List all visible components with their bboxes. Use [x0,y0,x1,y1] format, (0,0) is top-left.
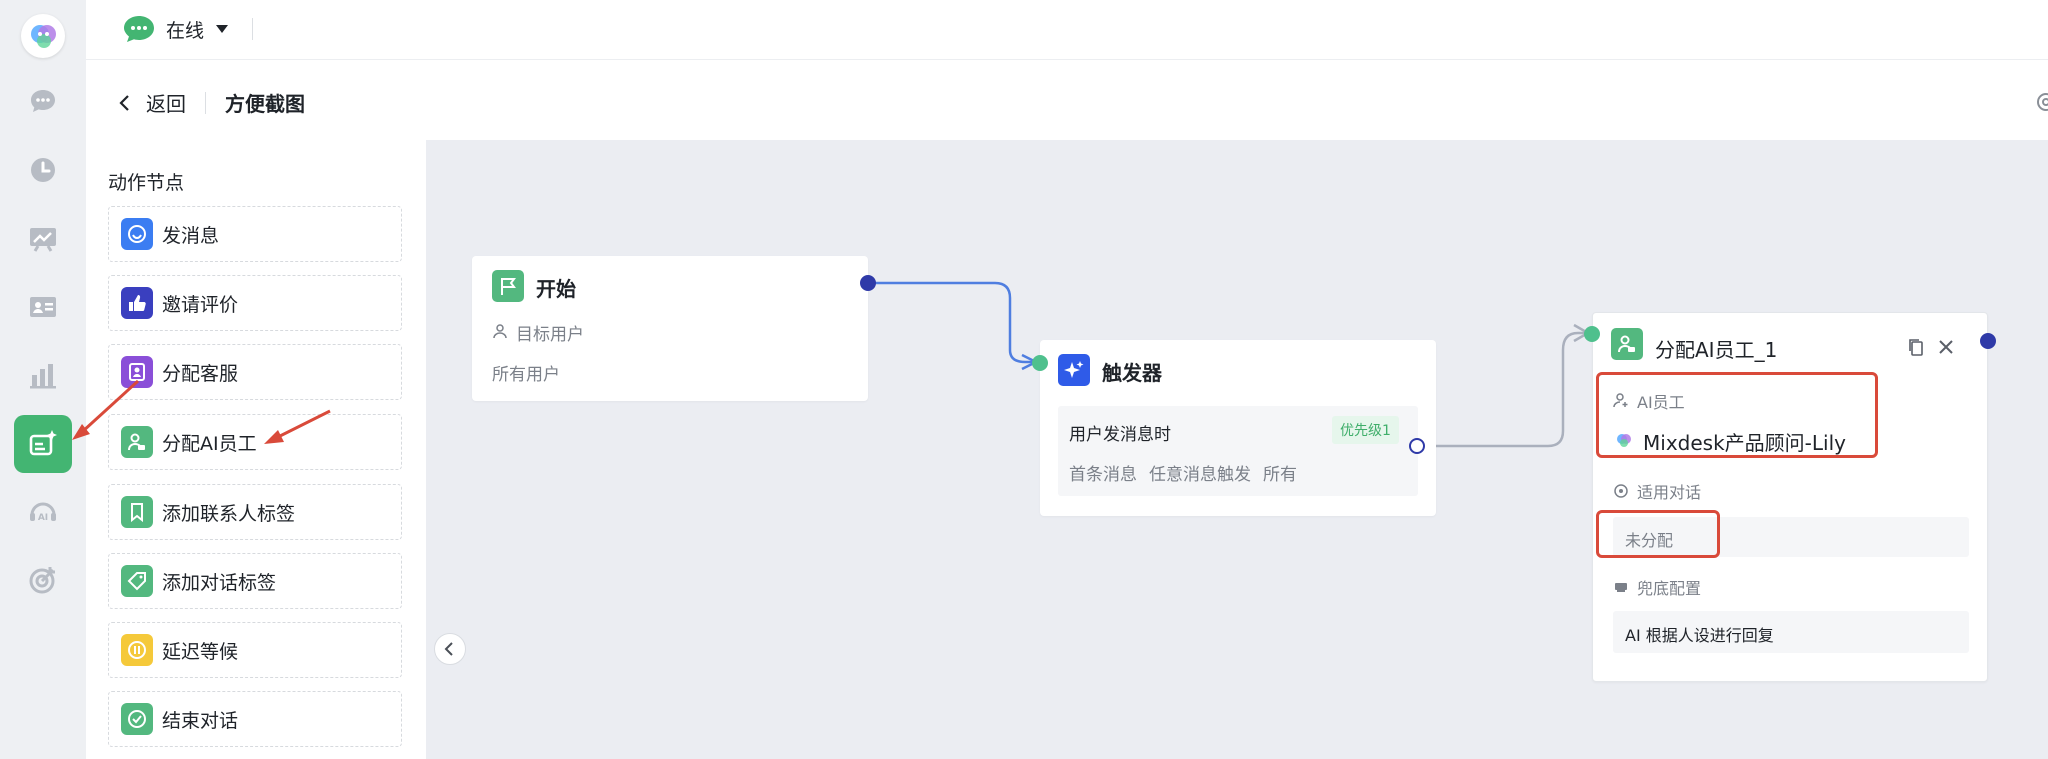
chevron-left-icon [119,94,129,111]
gear-icon[interactable] [2032,90,2048,114]
trigger-event: 用户发消息时 [1069,425,1171,445]
field-label: 兜底配置 [1637,579,1702,598]
conversation-icon [1614,484,1628,498]
action-delay-wait[interactable]: 延迟等候 [108,622,402,678]
output-port[interactable] [1980,333,1996,349]
node-title: 开始 [536,277,576,301]
divider [252,18,254,40]
rail-stats-icon[interactable] [14,346,72,404]
input-port[interactable] [1584,326,1600,342]
tag-icon [121,565,153,597]
page-header: 返回 方便截图 [86,62,2048,140]
back-label: 返回 [146,92,186,116]
rail-history-icon[interactable] [14,141,72,199]
action-add-conversation-tag[interactable]: 添加对话标签 [108,553,402,609]
rail-target-icon[interactable] [14,551,72,609]
check-circle-icon [121,703,153,735]
priority-badge: 优先级1 [1332,416,1399,444]
trigger-tag: 首条消息 [1069,465,1137,485]
fallback-value: AI 根据人设进行回复 [1625,626,1774,645]
ai-agent-icon [121,426,153,458]
bookmark-icon [121,496,153,528]
status-label: 在线 [166,19,205,42]
action-label: 分配客服 [162,362,239,385]
rail-ai-icon[interactable]: AI [14,483,72,541]
action-end-conversation[interactable]: 结束对话 [108,691,402,747]
action-nodes-panel: 动作节点 发消息 邀请评价 分配客服 分配AI员工 添加联系人标签 添加对话标签… [86,140,426,759]
fallback-field[interactable]: AI 根据人设进行回复 [1613,611,1969,653]
rail-contacts-icon[interactable] [14,278,72,336]
rail-chat-icon[interactable] [14,73,72,131]
fallback-icon [1615,583,1627,592]
page-title: 方便截图 [225,92,305,116]
left-rail: AI [0,0,86,759]
chevron-left-icon [444,642,453,656]
start-node[interactable]: 开始 目标用户 所有用户 [472,256,868,401]
action-label: 结束对话 [162,709,239,732]
user-icon [493,324,507,339]
action-label: 添加对话标签 [162,571,277,594]
action-assign-ai-agent[interactable]: 分配AI员工 [108,414,402,470]
ai-agent-icon [1611,328,1643,360]
back-button[interactable]: 返回 [116,88,186,117]
field-label: 适用对话 [1637,483,1702,502]
action-invite-rating[interactable]: 邀请评价 [108,275,402,331]
trigger-tag: 所有 [1263,465,1297,485]
action-send-message[interactable]: 发消息 [108,206,402,262]
close-icon[interactable] [1937,338,1955,356]
app-logo[interactable] [21,14,65,58]
field-label: 目标用户 [516,325,584,345]
agent-badge-icon [121,356,153,388]
trigger-condition-card[interactable]: 用户发消息时 优先级1 首条消息 任意消息触发 所有 [1058,406,1418,496]
rail-automation-icon[interactable] [14,415,72,473]
action-label: 延迟等候 [162,640,239,663]
top-bar: 在线 [86,0,2048,60]
action-label: 发消息 [162,224,220,247]
caret-down-icon [216,25,229,33]
action-assign-agent[interactable]: 分配客服 [108,344,402,400]
output-port[interactable] [860,275,876,291]
node-title: 分配AI员工_1 [1655,338,1778,362]
online-status-dropdown[interactable]: 在线 [122,12,254,46]
rail-presentation-icon[interactable] [14,210,72,268]
node-title: 触发器 [1102,361,1162,385]
pause-icon [121,634,153,666]
svg-text:AI: AI [38,513,48,523]
action-label: 添加联系人标签 [162,502,296,525]
divider [205,92,206,114]
copy-icon[interactable] [1907,337,1925,357]
input-port[interactable] [1032,355,1048,371]
flag-icon [492,270,524,302]
trigger-tag: 任意消息触发 [1149,465,1251,485]
panel-heading: 动作节点 [108,172,185,194]
action-add-contact-tag[interactable]: 添加联系人标签 [108,484,402,540]
annotation-highlight [1596,510,1720,558]
chat-bubble-icon [124,16,154,42]
message-icon [121,218,153,250]
collapse-panel-button[interactable] [434,633,466,665]
action-label: 分配AI员工 [162,432,257,455]
assign-ai-agent-node[interactable]: 分配AI员工_1 AI员工 Mixdesk产品顾问-Lily 适用对话 未分配 … [1592,312,1988,682]
output-port[interactable] [1409,438,1425,454]
trigger-node[interactable]: 触发器 用户发消息时 优先级1 首条消息 任意消息触发 所有 [1040,340,1436,516]
action-label: 邀请评价 [162,293,239,316]
thumbs-up-icon [121,287,153,319]
annotation-highlight [1596,372,1878,458]
field-value: 所有用户 [492,365,560,385]
sparkle-icon [1058,354,1090,386]
